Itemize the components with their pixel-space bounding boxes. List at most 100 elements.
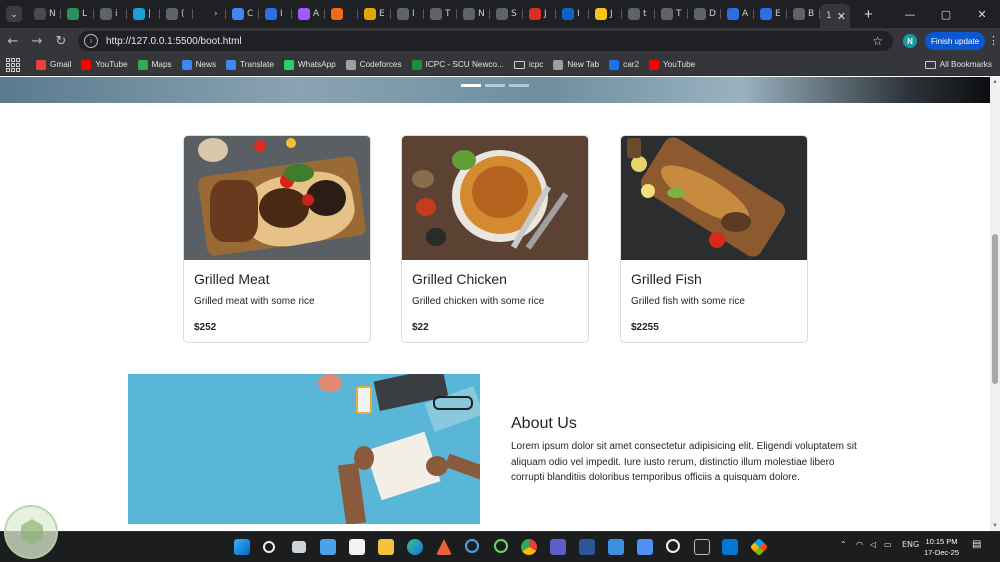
browser-tab[interactable]: I	[259, 3, 292, 25]
bookmark-favicon-icon	[181, 59, 192, 70]
vscode-icon[interactable]	[722, 539, 738, 555]
scrollbar-thumb[interactable]	[992, 234, 998, 384]
app-icon[interactable]	[436, 539, 452, 555]
taskbar-clock[interactable]: 10:15 PM 17-Dec-25	[924, 536, 959, 558]
page-scrollbar[interactable]: ▲ ▼	[990, 77, 1000, 531]
forward-button[interactable]: →	[26, 30, 48, 52]
app-icon-2[interactable]	[637, 539, 653, 555]
start-menu-icon[interactable]	[234, 539, 250, 555]
menu-card-grilled-chicken[interactable]: Grilled Chicken Grilled chicken with som…	[401, 135, 589, 343]
bookmark-item[interactable]: New Tab	[553, 59, 599, 70]
card-title: Grilled Meat	[194, 271, 270, 287]
upwork-icon[interactable]	[494, 539, 508, 553]
bookmark-star-icon[interactable]: ☆	[872, 34, 883, 48]
minimize-button[interactable]: —	[892, 0, 928, 28]
tab-favicon-icon	[397, 8, 409, 20]
window-controls: — ▢ ✕	[892, 0, 1000, 28]
bookmark-item[interactable]: Gmail	[36, 59, 71, 70]
battery-icon[interactable]: ▭	[884, 540, 892, 549]
task-view-icon[interactable]	[292, 541, 306, 553]
browser-tab[interactable]: L	[61, 3, 94, 25]
browser-tab[interactable]: T	[424, 3, 457, 25]
scroll-up-icon[interactable]: ▲	[992, 79, 998, 85]
maximize-button[interactable]: ▢	[928, 0, 964, 28]
browser-tab[interactable]: N	[457, 3, 490, 25]
browser-tab[interactable]: C	[226, 3, 259, 25]
more-menu-icon[interactable]: ⋮	[988, 34, 999, 47]
browser-tab[interactable]: A	[721, 3, 754, 25]
browser-tab-active[interactable]: 1 ✕	[820, 4, 850, 28]
edge-icon[interactable]	[407, 539, 423, 555]
back-button[interactable]: ←	[2, 30, 24, 52]
carousel-indicator-3[interactable]	[509, 84, 529, 87]
browser-tab[interactable]	[325, 3, 358, 25]
profile-avatar[interactable]: N	[903, 34, 917, 48]
browser-tab[interactable]: I	[556, 3, 589, 25]
c-app-icon[interactable]	[465, 539, 479, 553]
terminal-icon[interactable]	[694, 539, 710, 555]
browser-tab[interactable]: (	[160, 3, 193, 25]
bookmark-item[interactable]: WhatsApp	[283, 59, 336, 70]
browser-tab[interactable]: J	[589, 3, 622, 25]
bookmark-item[interactable]: icpc	[513, 60, 543, 69]
photos-icon[interactable]	[608, 539, 624, 555]
file-explorer-icon[interactable]	[378, 539, 394, 555]
bookmark-item[interactable]: YouTube	[81, 59, 128, 70]
menu-card-grilled-meat[interactable]: Grilled Meat Grilled meat with some rice…	[183, 135, 371, 343]
browser-tab[interactable]: A	[292, 3, 325, 25]
all-bookmarks-button[interactable]: All Bookmarks	[924, 60, 992, 69]
bookmark-item[interactable]: Translate	[226, 59, 274, 70]
site-info-icon[interactable]: i	[84, 34, 98, 48]
browser-tab[interactable]: E	[754, 3, 787, 25]
bookmark-item[interactable]: News	[181, 59, 216, 70]
menu-card-grilled-fish[interactable]: Grilled Fish Grilled fish with some rice…	[620, 135, 808, 343]
widgets-icon[interactable]	[320, 539, 336, 555]
browser-tab[interactable]: i	[94, 3, 127, 25]
card-body: Grilled Meat Grilled meat with some rice…	[184, 260, 370, 342]
notifications-icon[interactable]: ▤	[972, 539, 981, 550]
carousel-indicator-1[interactable]	[461, 84, 481, 87]
language-indicator[interactable]: ENG	[902, 540, 919, 549]
address-bar[interactable]: i http://127.0.0.1:5500/boot.html ☆	[78, 31, 893, 51]
new-tab-button[interactable]: +	[864, 6, 873, 23]
store-icon[interactable]	[349, 539, 365, 555]
apps-grid-icon[interactable]	[6, 57, 20, 72]
word-icon[interactable]	[579, 539, 595, 555]
browser-tab[interactable]: N	[28, 3, 61, 25]
carousel-indicator-2[interactable]	[485, 84, 505, 87]
tab-title: T	[445, 9, 451, 19]
clock-app-icon[interactable]	[666, 539, 680, 553]
search-icon[interactable]	[263, 541, 275, 553]
browser-tab[interactable]: S	[490, 3, 523, 25]
bookmark-item[interactable]: YouTube	[649, 59, 695, 70]
bookmark-item[interactable]: ICPC - SCU Newco...	[411, 59, 504, 70]
tab-favicon-icon	[529, 8, 541, 20]
bookmark-item[interactable]: car2	[609, 59, 639, 70]
browser-tab[interactable]: |	[127, 3, 160, 25]
browser-tab[interactable]: J	[523, 3, 556, 25]
url-text[interactable]: http://127.0.0.1:5500/boot.html	[106, 36, 242, 47]
tab-search-chevron-icon[interactable]: ⌄	[6, 6, 22, 22]
volume-icon[interactable]: ◁	[870, 540, 876, 549]
browser-tab[interactable]: ›	[193, 3, 226, 25]
app-icon-3[interactable]	[749, 537, 769, 557]
chrome-icon[interactable]	[521, 539, 537, 555]
tray-chevron-icon[interactable]: ⌃	[840, 540, 847, 549]
reload-button[interactable]: ↻	[50, 30, 72, 52]
browser-tab[interactable]: D	[688, 3, 721, 25]
teams-icon[interactable]	[550, 539, 566, 555]
bookmark-item[interactable]: Maps	[137, 59, 172, 70]
bookmark-favicon-icon	[81, 59, 92, 70]
scroll-down-icon[interactable]: ▼	[992, 523, 998, 529]
close-window-button[interactable]: ✕	[964, 0, 1000, 28]
finish-update-button[interactable]: Finish update	[925, 32, 985, 50]
wifi-icon[interactable]: ◠	[856, 540, 863, 549]
browser-tab[interactable]: B	[787, 3, 820, 25]
browser-tab[interactable]: T	[655, 3, 688, 25]
close-tab-icon[interactable]: ✕	[837, 10, 846, 23]
browser-tab[interactable]: E	[358, 3, 391, 25]
bookmark-item[interactable]: Codeforces	[345, 59, 402, 70]
browser-tab[interactable]: t	[622, 3, 655, 25]
browser-tab[interactable]: I	[391, 3, 424, 25]
tab-title: J	[610, 9, 613, 19]
